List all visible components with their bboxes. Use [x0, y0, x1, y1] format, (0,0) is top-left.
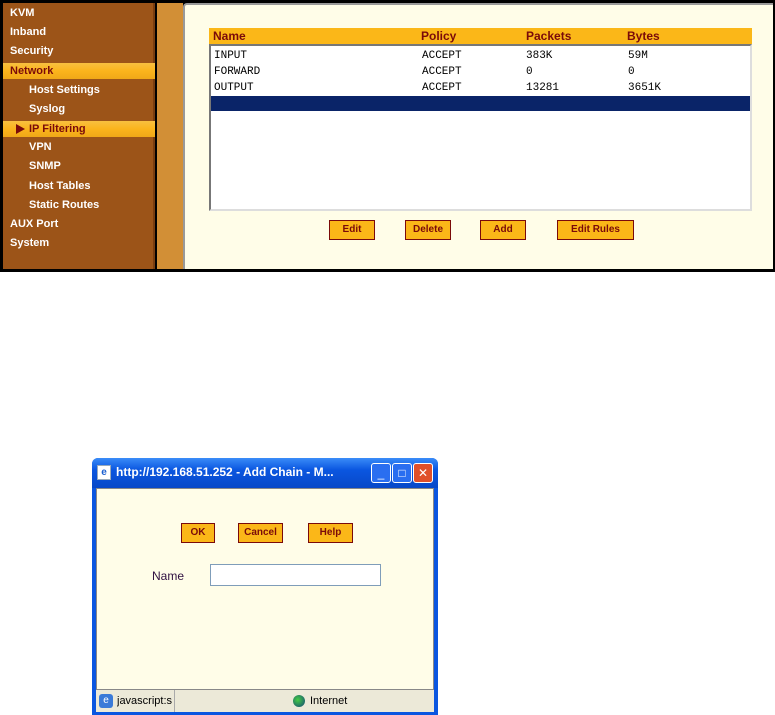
ie-page-icon: e [97, 465, 111, 480]
main-window: KVM Inband Security Network Host Setting… [0, 0, 775, 272]
minimize-icon[interactable]: _ [371, 463, 391, 483]
table-row[interactable]: FORWARD ACCEPT 0 0 [211, 64, 750, 80]
cell-packets: 0 [526, 66, 533, 78]
cell-name: INPUT [214, 50, 248, 62]
nav-aux-port[interactable]: AUX Port [3, 216, 155, 232]
nav-host-tables[interactable]: Host Tables [3, 178, 155, 194]
delete-button[interactable]: Delete [405, 220, 451, 240]
selected-empty-row[interactable] [211, 96, 750, 111]
divider [157, 3, 183, 269]
edit-rules-button[interactable]: Edit Rules [557, 220, 634, 240]
cell-name: OUTPUT [214, 82, 254, 94]
col-bytes: Bytes [627, 29, 660, 43]
status-text: javascript:s [117, 690, 175, 712]
nav-network[interactable]: Network [3, 63, 155, 79]
dialog-body: OK Cancel Help Name [96, 488, 434, 690]
cell-policy: ACCEPT [422, 50, 462, 62]
name-input[interactable] [210, 564, 381, 586]
help-button[interactable]: Help [308, 523, 353, 543]
table-header: Name Policy Packets Bytes [209, 28, 752, 44]
globe-icon [293, 695, 305, 707]
dialog-title-bar[interactable]: e http://192.168.51.252 - Add Chain - M.… [92, 458, 438, 488]
nav-system[interactable]: System [3, 235, 155, 251]
cell-name: FORWARD [214, 66, 261, 78]
nav-vpn[interactable]: VPN [3, 139, 155, 155]
name-label: Name [152, 569, 185, 583]
cell-packets: 383K [526, 50, 553, 62]
cell-bytes: 3651K [628, 82, 662, 94]
col-name: Name [213, 29, 246, 43]
ok-button[interactable]: OK [181, 523, 215, 543]
close-icon[interactable]: ✕ [413, 463, 433, 483]
add-chain-dialog: e http://192.168.51.252 - Add Chain - M.… [92, 458, 438, 715]
nav-ip-filtering-label: IP Filtering [29, 123, 86, 135]
nav-static-routes[interactable]: Static Routes [3, 197, 155, 213]
col-packets: Packets [526, 29, 572, 43]
nav-kvm[interactable]: KVM [3, 5, 155, 21]
table-row[interactable]: INPUT ACCEPT 383K 59M [211, 48, 750, 64]
zone-text: Internet [310, 695, 348, 707]
nav-ip-filtering[interactable]: IP Filtering [3, 121, 155, 137]
page-icon: e [99, 694, 113, 708]
maximize-icon[interactable]: □ [392, 463, 412, 483]
cell-bytes: 59M [628, 50, 648, 62]
cell-bytes: 0 [628, 66, 635, 78]
chain-list[interactable]: INPUT ACCEPT 383K 59M FORWARD ACCEPT 0 0… [209, 44, 752, 211]
cell-policy: ACCEPT [422, 82, 462, 94]
edit-button[interactable]: Edit [329, 220, 375, 240]
nav-syslog[interactable]: Syslog [3, 101, 155, 117]
sidebar: KVM Inband Security Network Host Setting… [3, 3, 155, 269]
dialog-title: http://192.168.51.252 - Add Chain - M... [116, 465, 334, 479]
cell-packets: 13281 [526, 82, 560, 94]
nav-snmp[interactable]: SNMP [3, 158, 155, 174]
nav-security[interactable]: Security [3, 43, 155, 59]
status-bar: e javascript:s Internet [96, 690, 434, 712]
nav-host-settings[interactable]: Host Settings [3, 82, 155, 98]
selected-arrow-icon [16, 124, 25, 134]
cell-policy: ACCEPT [422, 66, 462, 78]
cancel-button[interactable]: Cancel [238, 523, 283, 543]
add-button[interactable]: Add [480, 220, 526, 240]
table-row[interactable]: OUTPUT ACCEPT 13281 3651K [211, 80, 750, 96]
nav-inband[interactable]: Inband [3, 24, 155, 40]
col-policy: Policy [421, 29, 457, 43]
